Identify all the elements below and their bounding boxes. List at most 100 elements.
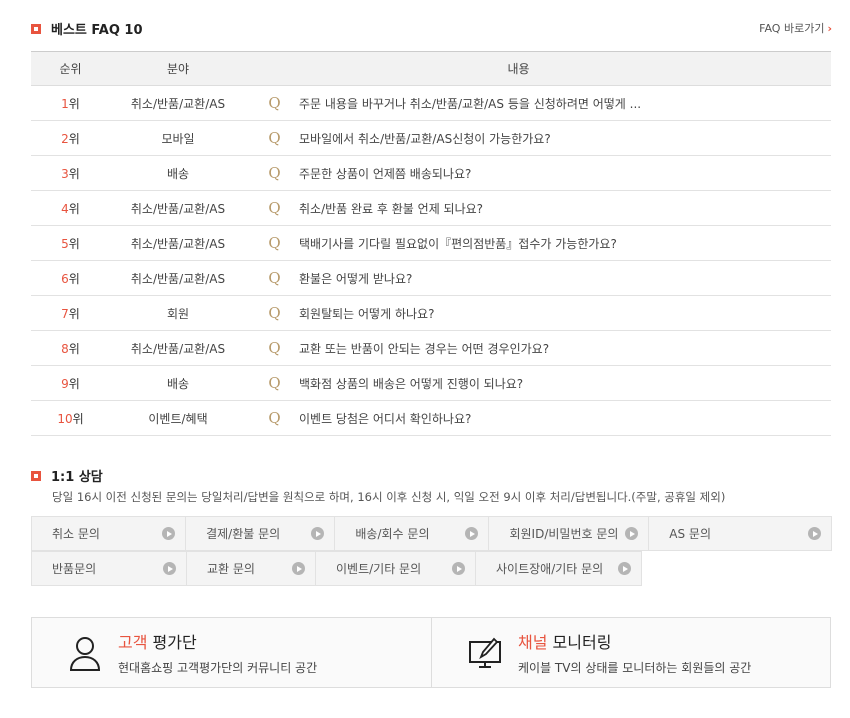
faq-category: 취소/반품/교환/AS bbox=[130, 96, 226, 111]
faq-row[interactable]: 6위 취소/반품/교환/AS Q 환불은 어떻게 받나요? bbox=[31, 261, 831, 296]
faq-rank: 7위 bbox=[61, 306, 80, 321]
community-panels: 고객 평가단 현대홈쇼핑 고객평가단의 커뮤니티 공간 채널 모니터링 케이블 … bbox=[31, 617, 831, 688]
faq-rank: 10위 bbox=[57, 411, 84, 426]
faq-question-link[interactable]: 환불은 어떻게 받나요? bbox=[295, 270, 831, 287]
play-arrow-icon bbox=[163, 562, 176, 575]
faq-row[interactable]: 3위 배송 Q 주문한 상품이 언제쯤 배송되나요? bbox=[31, 156, 831, 191]
question-icon: Q bbox=[268, 94, 281, 112]
faq-rank: 1위 bbox=[61, 96, 80, 111]
faq-section-title: 베스트 FAQ 10 bbox=[31, 19, 143, 38]
consult-menu-item[interactable]: 반품문의 bbox=[31, 551, 187, 586]
consult-menu-label: 배송/회수 문의 bbox=[355, 527, 430, 541]
faq-row[interactable]: 8위 취소/반품/교환/AS Q 교환 또는 반품이 안되는 경우는 어떤 경우인가요… bbox=[31, 331, 831, 366]
monitor-pen-icon bbox=[460, 628, 510, 678]
faq-category: 취소/반품/교환/AS bbox=[130, 271, 226, 286]
faq-question-link[interactable]: 택배기사를 기다릴 필요없이『편의점반품』접수가 가능한가요? bbox=[295, 235, 831, 252]
faq-table: 순위 분야 내용 1위 취소/반품/교환/AS Q 주문 내용을 바꾸거나 취소/반품… bbox=[31, 51, 831, 436]
header-rank: 순위 bbox=[59, 62, 82, 76]
consult-menu-label: 취소 문의 bbox=[52, 527, 100, 541]
chevron-right-icon: › bbox=[827, 21, 832, 35]
header-content: 내용 bbox=[507, 62, 530, 76]
faq-category: 모바일 bbox=[161, 131, 195, 146]
faq-question-link[interactable]: 교환 또는 반품이 안되는 경우는 어떤 경우인가요? bbox=[295, 340, 831, 357]
consult-menu-item[interactable]: 교환 문의 bbox=[186, 551, 316, 586]
consult-menu-label: 결제/환불 문의 bbox=[206, 527, 281, 541]
consult-menu-label: 반품문의 bbox=[52, 562, 97, 576]
faq-rank: 2위 bbox=[61, 131, 80, 146]
faq-row[interactable]: 4위 취소/반품/교환/AS Q 취소/반품 완료 후 환불 언제 되나요? bbox=[31, 191, 831, 226]
faq-rank: 6위 bbox=[61, 271, 80, 286]
question-icon: Q bbox=[268, 304, 281, 322]
faq-question-link[interactable]: 모바일에서 취소/반품/교환/AS신청이 가능한가요? bbox=[295, 130, 831, 147]
monitoring-desc: 케이블 TV의 상태를 모니터하는 회원들의 공간 bbox=[518, 661, 752, 675]
play-arrow-icon bbox=[807, 527, 821, 540]
faq-row[interactable]: 9위 배송 Q 백화점 상품의 배송은 어떻게 진행이 되나요? bbox=[31, 366, 831, 401]
faq-category: 회원 bbox=[166, 306, 190, 321]
consult-menu-item[interactable]: 취소 문의 bbox=[31, 516, 187, 551]
play-arrow-icon bbox=[625, 527, 639, 540]
question-icon: Q bbox=[268, 129, 281, 147]
faq-category: 배송 bbox=[166, 376, 190, 391]
faq-category: 배송 bbox=[166, 166, 190, 181]
consult-menu-label: 교환 문의 bbox=[207, 562, 255, 576]
faq-rank: 4위 bbox=[61, 201, 80, 216]
faq-row[interactable]: 2위 모바일 Q 모바일에서 취소/반품/교환/AS신청이 가능한가요? bbox=[31, 121, 831, 156]
consult-menu-item[interactable]: 배송/회수 문의 bbox=[334, 516, 490, 551]
question-icon: Q bbox=[268, 409, 281, 427]
consult-notice: 당일 16시 이전 신청된 문의는 당일처리/답변을 원칙으로 하며, 16시 … bbox=[52, 490, 726, 504]
faq-question-link[interactable]: 주문 내용을 바꾸거나 취소/반품/교환/AS 등을 신청하려면 어떻게 ... bbox=[295, 95, 831, 112]
question-icon: Q bbox=[268, 269, 281, 287]
consult-section-title: 1:1 상담 bbox=[31, 466, 103, 485]
play-arrow-icon bbox=[465, 527, 479, 540]
faq-row[interactable]: 7위 회원 Q 회원탈퇴는 어떻게 하나요? bbox=[31, 296, 831, 331]
consult-menu-item[interactable]: 결제/환불 문의 bbox=[185, 516, 336, 551]
faq-question-link[interactable]: 백화점 상품의 배송은 어떻게 진행이 되나요? bbox=[295, 375, 831, 392]
play-arrow-icon bbox=[311, 527, 325, 540]
channel-monitoring-panel[interactable]: 채널 모니터링 케이블 TV의 상태를 모니터하는 회원들의 공간 bbox=[431, 618, 830, 687]
evaluators-title: 고객 평가단 bbox=[118, 633, 197, 652]
consult-title: 1:1 상담 bbox=[51, 470, 103, 485]
section-bullet-icon bbox=[31, 23, 41, 34]
consult-menu-label: 이벤트/기타 문의 bbox=[336, 562, 422, 576]
faq-row[interactable]: 5위 취소/반품/교환/AS Q 택배기사를 기다릴 필요없이『편의점반품』접수가 가… bbox=[31, 226, 831, 261]
faq-question-link[interactable]: 취소/반품 완료 후 환불 언제 되나요? bbox=[295, 200, 831, 217]
question-icon: Q bbox=[268, 374, 281, 392]
faq-question-link[interactable]: 주문한 상품이 언제쯤 배송되나요? bbox=[295, 165, 831, 182]
consult-menu-item[interactable]: AS 문의 bbox=[648, 516, 832, 551]
faq-table-header: 순위 분야 내용 bbox=[31, 52, 831, 86]
faq-question-link[interactable]: 이벤트 당첨은 어디서 확인하나요? bbox=[295, 410, 831, 427]
consult-menu-label: 회원ID/비밀번호 문의 bbox=[509, 527, 619, 541]
consult-menu-row: 반품문의 교환 문의 이벤트/기타 문의 사이트장애/기타 문의 bbox=[31, 551, 831, 586]
faq-row[interactable]: 1위 취소/반품/교환/AS Q 주문 내용을 바꾸거나 취소/반품/교환/AS 등을… bbox=[31, 86, 831, 121]
question-icon: Q bbox=[268, 199, 281, 217]
consult-menu-item[interactable]: 이벤트/기타 문의 bbox=[315, 551, 476, 586]
section-bullet-icon bbox=[31, 470, 41, 481]
consult-menu-item[interactable]: 사이트장애/기타 문의 bbox=[475, 551, 642, 586]
play-arrow-icon bbox=[162, 527, 176, 540]
evaluators-desc: 현대홈쇼핑 고객평가단의 커뮤니티 공간 bbox=[118, 661, 318, 675]
play-arrow-icon bbox=[618, 562, 631, 575]
faq-rank: 3위 bbox=[61, 166, 80, 181]
faq-category: 취소/반품/교환/AS bbox=[130, 201, 226, 216]
question-icon: Q bbox=[268, 339, 281, 357]
question-icon: Q bbox=[268, 164, 281, 182]
faq-question-link[interactable]: 회원탈퇴는 어떻게 하나요? bbox=[295, 305, 831, 322]
faq-rank: 9위 bbox=[61, 376, 80, 391]
consult-menu-item[interactable]: 회원ID/비밀번호 문의 bbox=[488, 516, 650, 551]
play-arrow-icon bbox=[292, 562, 305, 575]
faq-rank: 8위 bbox=[61, 341, 80, 356]
question-icon: Q bbox=[268, 234, 281, 252]
customer-evaluators-panel[interactable]: 고객 평가단 현대홈쇼핑 고객평가단의 커뮤니티 공간 bbox=[32, 618, 431, 687]
monitoring-title: 채널 모니터링 bbox=[518, 633, 612, 652]
faq-row[interactable]: 10위 이벤트/혜택 Q 이벤트 당첨은 어디서 확인하나요? bbox=[31, 401, 831, 436]
play-arrow-icon bbox=[452, 562, 465, 575]
faq-link-label[interactable]: FAQ 바로가기 bbox=[759, 20, 824, 36]
faq-rank: 5위 bbox=[61, 236, 80, 251]
person-icon bbox=[60, 628, 110, 678]
faq-category: 취소/반품/교환/AS bbox=[130, 341, 226, 356]
faq-shortcut-link[interactable]: FAQ 바로가기 › bbox=[759, 20, 832, 36]
consult-menu-row: 취소 문의 결제/환불 문의 배송/회수 문의 회원ID/비밀번호 문의 AS 문의 bbox=[31, 516, 832, 551]
consult-menu-label: 사이트장애/기타 문의 bbox=[496, 562, 604, 576]
faq-category: 취소/반품/교환/AS bbox=[130, 236, 226, 251]
faq-title: 베스트 FAQ 10 bbox=[51, 23, 143, 38]
